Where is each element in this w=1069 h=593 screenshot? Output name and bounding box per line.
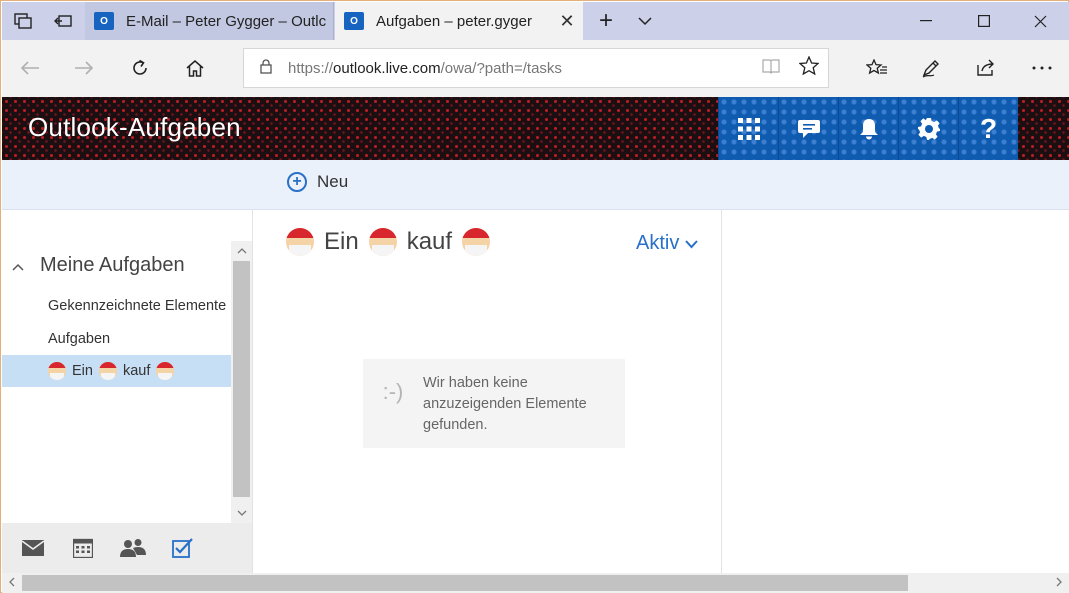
close-tab-icon[interactable]: ✕: [555, 11, 579, 32]
sidebar-item-label: Gekennzeichnete Elemente: [48, 298, 227, 314]
filter-label: Aktiv: [636, 232, 680, 254]
tab-email[interactable]: O E-Mail – Peter Gygger – Outlc: [85, 2, 334, 40]
chevron-up-icon[interactable]: [12, 258, 24, 274]
scrollbar-thumb[interactable]: [233, 261, 250, 497]
share-icon[interactable]: [968, 50, 1004, 86]
empty-state-box: :-) Wir haben keine anzuzeigenden Elemen…: [363, 359, 625, 448]
scrollbar-thumb[interactable]: [22, 575, 908, 591]
new-task-button[interactable]: + Neu: [287, 172, 348, 192]
back-arrow-icon[interactable]: [12, 50, 48, 86]
smiley-icon: :-): [382, 379, 404, 404]
set-aside-tabs-icon[interactable]: [44, 2, 82, 40]
scroll-down-arrow-icon[interactable]: [231, 503, 252, 523]
tab-title: Aufgaben – peter.gyger: [376, 12, 532, 30]
santa-emoji-icon: [98, 362, 117, 380]
module-bar: [2, 523, 253, 573]
sidebar-item-label: Aufgaben: [48, 331, 111, 347]
forward-arrow-icon[interactable]: [66, 50, 102, 86]
url-text[interactable]: https://outlook.live.com/owa/?path=/task…: [288, 60, 752, 77]
new-button-label: Neu: [317, 172, 349, 191]
new-tab-button[interactable]: +: [587, 2, 625, 40]
sidebar-item-flagged[interactable]: Gekennzeichnete Elemente: [2, 290, 232, 322]
chevron-down-icon: [685, 236, 699, 252]
santa-emoji-icon: [286, 228, 314, 256]
reading-view-icon[interactable]: [752, 58, 790, 79]
horizontal-scrollbar[interactable]: [2, 573, 1069, 593]
add-circle-icon: +: [287, 172, 307, 192]
more-menu-icon[interactable]: [1024, 50, 1060, 86]
url-path: /owa/?path=/tasks: [440, 59, 562, 77]
chat-icon[interactable]: [778, 97, 838, 160]
refresh-icon[interactable]: [122, 50, 158, 86]
notification-bell-icon[interactable]: [838, 97, 898, 160]
outlook-icon: O: [94, 12, 114, 30]
chevron-down-icon[interactable]: [626, 2, 664, 40]
tab-actions-icon[interactable]: [4, 2, 42, 40]
tasks-checkbox-icon[interactable]: [170, 536, 196, 560]
app-launcher-icon[interactable]: [718, 97, 778, 160]
santa-emoji-icon: [48, 362, 66, 380]
minimize-button[interactable]: [897, 2, 955, 40]
calendar-icon[interactable]: [70, 536, 96, 560]
url-host: outlook.live.com: [333, 59, 441, 77]
filter-dropdown[interactable]: Aktiv: [636, 232, 699, 255]
sidebar-item-einkauf[interactable]: Ein kauf: [2, 355, 232, 387]
empty-state-message: Wir haben keine anzuzeigenden Elemente g…: [423, 375, 587, 433]
scroll-right-arrow-icon[interactable]: [1049, 573, 1069, 593]
list-title-part: Ein: [324, 228, 359, 255]
sidebar-item-label: Ein: [72, 363, 93, 379]
list-title-part: kauf: [406, 228, 453, 255]
santa-emoji-icon: [156, 362, 175, 380]
settings-gear-icon[interactable]: [898, 97, 958, 160]
help-icon[interactable]: ?: [958, 97, 1018, 160]
sidebar-item-tasks[interactable]: Aufgaben: [2, 323, 232, 355]
pen-notes-icon[interactable]: [913, 50, 949, 86]
task-list-pane: Ein kauf Aktiv :-) Wir haben keine anzuz…: [254, 210, 722, 573]
tab-title: E-Mail – Peter Gygger – Outlc: [126, 12, 327, 30]
mail-icon[interactable]: [20, 536, 46, 560]
tab-bar: O E-Mail – Peter Gygger – Outlc O Aufgab…: [2, 2, 1069, 40]
folder-group-title: Meine Aufgaben: [40, 254, 185, 276]
folder-pane-scrollbar[interactable]: [231, 241, 252, 523]
people-icon[interactable]: [120, 536, 146, 560]
navigation-bar: https://outlook.live.com/owa/?path=/task…: [2, 40, 1069, 97]
close-window-button[interactable]: [1011, 2, 1069, 40]
home-icon[interactable]: [177, 50, 213, 86]
list-title: Ein kauf: [286, 228, 491, 256]
folder-pane: Meine Aufgaben Gekennzeichnete Elemente …: [2, 210, 253, 523]
maximize-button[interactable]: [955, 2, 1013, 40]
folder-group-header[interactable]: Meine Aufgaben: [12, 254, 185, 277]
santa-emoji-icon: [462, 228, 491, 256]
sidebar-item-label: kauf: [122, 363, 151, 379]
lock-icon: [244, 58, 288, 78]
santa-emoji-icon: [368, 228, 397, 256]
command-bar: + Neu: [2, 160, 1069, 210]
scroll-up-arrow-icon[interactable]: [231, 241, 252, 261]
url-scheme: https://: [288, 59, 334, 77]
browser-window: O E-Mail – Peter Gygger – Outlc O Aufgab…: [0, 0, 1069, 593]
address-bar[interactable]: https://outlook.live.com/owa/?path=/task…: [243, 48, 829, 88]
favorite-star-icon[interactable]: [790, 54, 828, 81]
favorites-hub-icon[interactable]: [859, 50, 895, 86]
reading-pane: [723, 210, 1069, 573]
outlook-header: Outlook-Aufgaben ?: [2, 97, 1069, 160]
tab-tasks[interactable]: O Aufgaben – peter.gyger ✕: [335, 2, 583, 40]
outlook-icon: O: [344, 12, 364, 30]
scroll-left-arrow-icon[interactable]: [2, 573, 22, 593]
app-title: Outlook-Aufgaben: [28, 112, 241, 142]
